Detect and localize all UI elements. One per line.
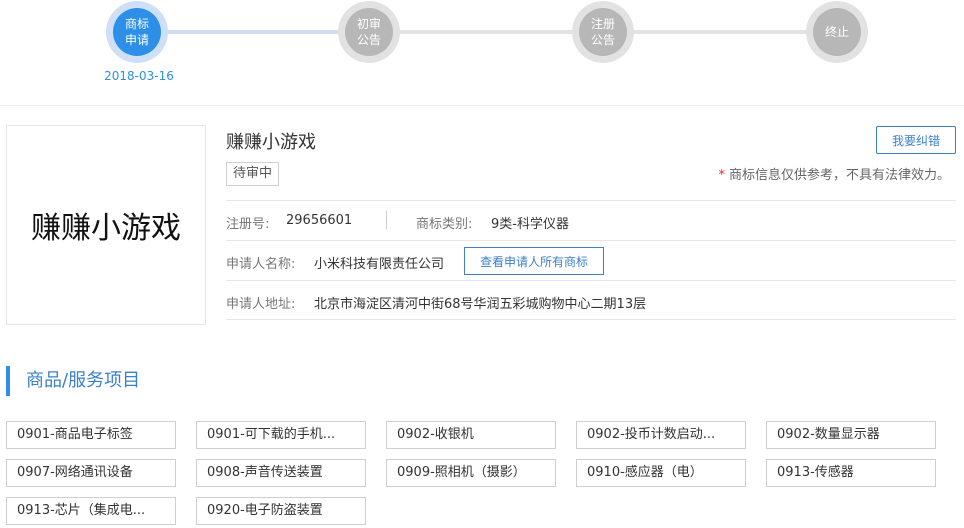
goods-item[interactable]: 0907-网络通讯设备 [6, 459, 176, 487]
asterisk: * [718, 168, 725, 183]
goods-item[interactable]: 0910-感应器（电） [576, 459, 746, 487]
info-row-registration: 注册号: 29656601 商标类别: 9类-科学仪器 [226, 200, 956, 240]
class-value: 9类-科学仪器 [491, 217, 569, 232]
goods-item[interactable]: 0908-声音传送装置 [196, 459, 366, 487]
reg-no-label: 注册号: [226, 217, 270, 232]
trademark-logo-text: 赚赚小游戏 [31, 211, 181, 246]
divider [386, 211, 387, 229]
trademark-name: 赚赚小游戏 [226, 132, 316, 153]
timeline-step-label: 终止 [813, 8, 861, 56]
timeline-date: 2018-03-16 [104, 69, 174, 83]
applicant-value: 小米科技有限责任公司 [314, 257, 445, 272]
report-error-button[interactable]: 我要纠错 [876, 126, 956, 154]
timeline-step-preliminary: 初审 公告 [338, 1, 400, 63]
goods-item[interactable]: 0913-芯片（集成电... [6, 497, 176, 525]
status-badge: 待审中 [226, 162, 280, 186]
address-value: 北京市海淀区清河中街68号华润五彩城购物中心二期13层 [314, 297, 647, 312]
timeline-progress-line [160, 30, 340, 34]
timeline-line [400, 30, 574, 34]
goods-item[interactable]: 0920-电子防盗装置 [196, 497, 366, 525]
goods-item[interactable]: 0902-收银机 [386, 421, 556, 449]
section-title-goods: 商品/服务项目 [6, 366, 140, 396]
goods-item[interactable]: 0913-传感器 [766, 459, 936, 487]
disclaimer: * 商标信息仅供参考，不具有法律效力。 [718, 164, 950, 183]
disclaimer-text: 商标信息仅供参考，不具有法律效力。 [728, 168, 950, 183]
timeline-step-label: 商标 申请 [113, 8, 161, 56]
timeline-step-label: 初审 公告 [345, 8, 393, 56]
timeline-step-terminated: 终止 [806, 1, 868, 63]
goods-item[interactable]: 0909-照相机（摄影） [386, 459, 556, 487]
address-label: 申请人地址: [226, 297, 296, 312]
info-row-applicant: 申请人名称: 小米科技有限责任公司 查看申请人所有商标 [226, 240, 956, 280]
timeline-line [634, 30, 806, 34]
goods-item[interactable]: 0902-投币计数启动... [576, 421, 746, 449]
status-timeline: 商标 申请 初审 公告 注册 公告 终止 2018-03-16 [0, 0, 964, 106]
trademark-logo: 赚赚小游戏 [6, 125, 206, 325]
reg-no-value: 29656601 [286, 213, 353, 228]
info-row-address: 申请人地址: 北京市海淀区清河中街68号华润五彩城购物中心二期13层 [226, 280, 956, 320]
view-applicant-trademarks-button[interactable]: 查看申请人所有商标 [464, 247, 604, 275]
goods-item[interactable]: 0902-数量显示器 [766, 421, 936, 449]
timeline-step-application: 商标 申请 [106, 1, 168, 63]
timeline-step-registration: 注册 公告 [572, 1, 634, 63]
goods-item[interactable]: 0901-可下载的手机... [196, 421, 366, 449]
timeline-step-label: 注册 公告 [579, 8, 627, 56]
goods-item[interactable]: 0901-商品电子标签 [6, 421, 176, 449]
applicant-label: 申请人名称: [226, 257, 296, 272]
divider [226, 319, 956, 320]
class-label: 商标类别: [416, 217, 473, 232]
